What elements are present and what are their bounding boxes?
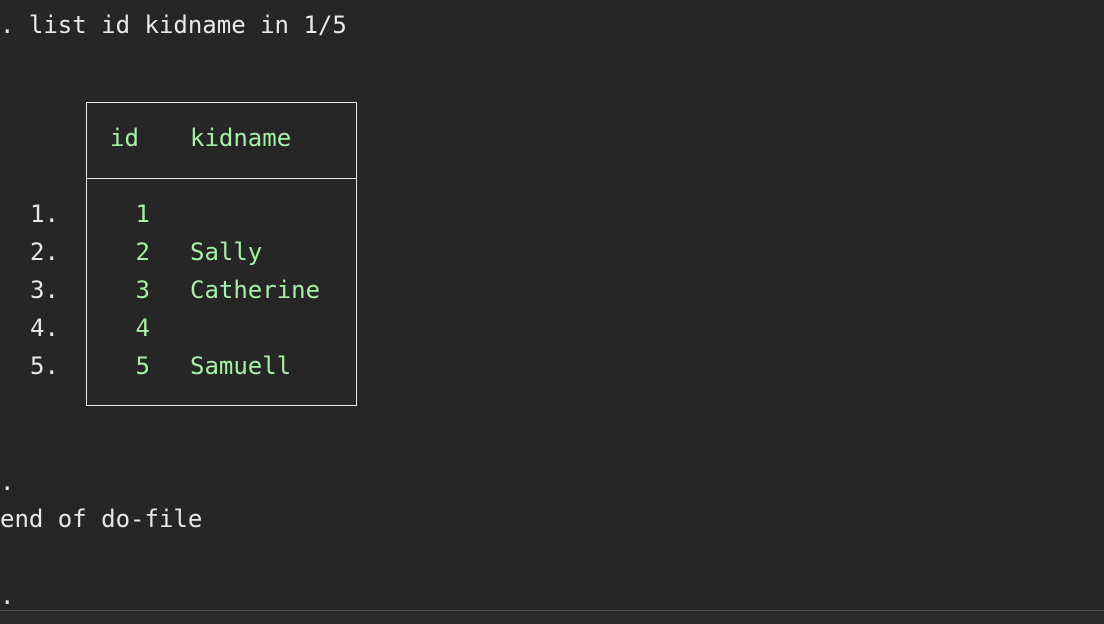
row-number: 4.: [30, 314, 59, 342]
table-header-divider: [86, 178, 357, 179]
command-text: list id kidname in 1/5: [28, 11, 347, 39]
cell-kidname: Sally: [190, 238, 263, 266]
prompt-line: .: [0, 468, 15, 496]
command-prompt: .: [0, 11, 15, 39]
cell-id: 3: [135, 276, 150, 304]
cell-kidname: Catherine: [190, 276, 321, 304]
end-of-do-file-message: end of do-file: [0, 505, 203, 533]
cell-id: 1: [135, 200, 150, 228]
row-number: 5.: [30, 352, 59, 380]
cell-id: 4: [135, 314, 150, 342]
cell-id: 2: [135, 238, 150, 266]
row-number: 3.: [30, 276, 59, 304]
command-line: . list id kidname in 1/5: [0, 6, 347, 44]
cell-kidname: Samuell: [190, 352, 292, 380]
row-number: 1.: [30, 200, 59, 228]
command-window-edge: [0, 610, 1104, 624]
column-header-id: id: [110, 124, 139, 152]
row-number: 2.: [30, 238, 59, 266]
results-window: . list id kidname in 1/5 id kidname 1. 1…: [0, 0, 1104, 624]
column-header-kidname: kidname: [190, 124, 292, 152]
cell-id: 5: [135, 352, 150, 380]
